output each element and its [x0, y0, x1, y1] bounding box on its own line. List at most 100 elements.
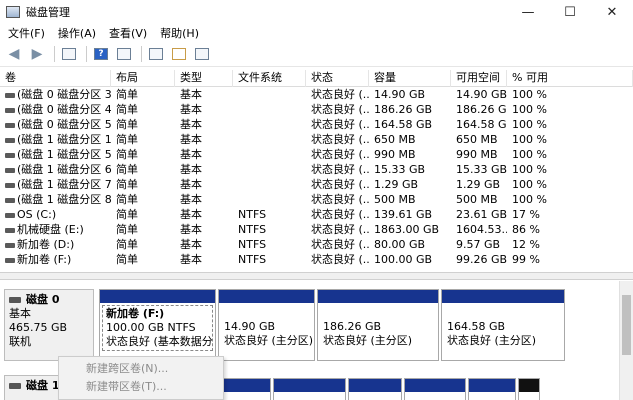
column-capacity[interactable]: 容量 — [369, 70, 451, 87]
cell-text: 100.00 GB — [374, 253, 433, 266]
cell-status: 状态良好 (... — [306, 102, 369, 117]
partition-disk1-b[interactable] — [273, 378, 346, 400]
cell-text: (磁盘 1 磁盘分区 6) — [17, 163, 111, 176]
column-type[interactable]: 类型 — [175, 70, 233, 87]
cell-type: 基本 — [175, 207, 233, 222]
table-row[interactable]: 新加卷 (D:) 简单 基本 NTFS 状态良好 (... 80.00 GB 9.57 GB… — [0, 237, 633, 252]
table-row[interactable]: (磁盘 1 磁盘分区 1) 简单 基本 状态良好 (... 650 MB 650 MB 10… — [0, 132, 633, 147]
unallocated-space[interactable] — [518, 378, 540, 400]
menu-file[interactable]: 文件(F) — [0, 25, 50, 41]
forward-button[interactable]: ▶ — [27, 44, 47, 64]
cell-volume: (磁盘 1 磁盘分区 5) — [0, 147, 111, 162]
partition-disk1-a[interactable] — [223, 378, 271, 400]
table-row[interactable]: (磁盘 0 磁盘分区 4) 简单 基本 状态良好 (... 186.26 GB 186.2… — [0, 102, 633, 117]
partition-disk1-c[interactable] — [348, 378, 402, 400]
menu-new-spanned-volume[interactable]: 新建跨区卷(N)... — [59, 360, 223, 378]
column-status[interactable]: 状态 — [306, 70, 369, 87]
cell-filesystem: NTFS — [233, 222, 306, 237]
cell-capacity: 100.00 GB — [369, 252, 451, 267]
vertical-scrollbar[interactable] — [619, 281, 633, 400]
cell-text: (磁盘 1 磁盘分区 8) — [17, 193, 111, 206]
table-row[interactable]: 新加卷 (F:) 简单 基本 NTFS 状态良好 (... 100.00 GB 99.26 … — [0, 252, 633, 267]
cell-status: 状态良好 (... — [306, 87, 369, 102]
cell-text: 简单 — [116, 103, 138, 116]
cell-status: 状态良好 (... — [306, 222, 369, 237]
disk-0-label[interactable]: 磁盘 0 基本 465.75 GB 联机 — [4, 289, 94, 361]
partition-status: 状态良好 (主分区) — [224, 334, 314, 347]
partition-disk0-4[interactable]: 186.26 GB 状态良好 (主分区) — [317, 289, 439, 361]
cell-text: 状态良好 (... — [311, 193, 369, 206]
partition-disk0-5[interactable]: 164.58 GB 状态良好 (主分区) — [441, 289, 565, 361]
cell-text: 基本 — [180, 253, 202, 266]
cell-text: 简单 — [116, 238, 138, 251]
cell-text: 简单 — [116, 163, 138, 176]
back-icon: ◀ — [8, 46, 20, 62]
cell-text: 14.90 GB — [456, 88, 507, 101]
console-button[interactable] — [192, 44, 212, 64]
cell-capacity: 164.58 GB — [369, 117, 451, 132]
menu-view[interactable]: 查看(V) — [101, 25, 152, 41]
pane-splitter[interactable] — [0, 272, 633, 280]
cell-status: 状态良好 (... — [306, 207, 369, 222]
cell-percent-free: 100 % — [507, 177, 633, 192]
column-percent-free[interactable]: % 可用 — [507, 70, 633, 87]
partition-disk0-3[interactable]: 14.90 GB 状态良好 (主分区) — [218, 289, 315, 361]
table-row[interactable]: (磁盘 0 磁盘分区 3) 简单 基本 状态良好 (... 14.90 GB 14.90 … — [0, 87, 633, 102]
cell-text: 15.33 GB — [456, 163, 507, 176]
scrollbar-thumb[interactable] — [622, 295, 631, 355]
cell-text: 简单 — [116, 118, 138, 131]
table-row[interactable]: 机械硬盘 (E:) 简单 基本 NTFS 状态良好 (... 1863.00 GB 1604… — [0, 222, 633, 237]
cell-text: 状态良好 (... — [311, 88, 369, 101]
partition-stripe — [405, 379, 465, 392]
cell-filesystem — [233, 102, 306, 117]
column-volume[interactable]: 卷 — [0, 70, 111, 87]
table-row[interactable]: (磁盘 1 磁盘分区 8) 简单 基本 状态良好 (... 500 MB 500 MB 10… — [0, 192, 633, 207]
connect-button[interactable] — [146, 44, 166, 64]
maximize-button[interactable]: ☐ — [549, 0, 591, 24]
help-button[interactable]: ? — [91, 44, 111, 64]
minimize-button[interactable]: — — [507, 0, 549, 24]
table-row[interactable]: (磁盘 1 磁盘分区 7) 简单 基本 状态良好 (... 1.29 GB 1.29 GB… — [0, 177, 633, 192]
cell-text: 100 % — [512, 133, 547, 146]
check-button[interactable] — [169, 44, 189, 64]
column-filesystem[interactable]: 文件系统 — [233, 70, 306, 87]
partition-disk1-d[interactable] — [404, 378, 466, 400]
table-row[interactable]: OS (C:) 简单 基本 NTFS 状态良好 (... 139.61 GB 23.61 G… — [0, 207, 633, 222]
cell-free-space: 990 MB — [451, 147, 507, 162]
column-layout[interactable]: 布局 — [111, 70, 175, 87]
table-row[interactable]: (磁盘 0 磁盘分区 5) 简单 基本 状态良好 (... 164.58 GB 164.5… — [0, 117, 633, 132]
cell-text: 基本 — [180, 208, 202, 221]
table-row[interactable]: (磁盘 1 磁盘分区 5) 简单 基本 状态良好 (... 990 MB 990 MB 10… — [0, 147, 633, 162]
cell-type: 基本 — [175, 87, 233, 102]
cell-type: 基本 — [175, 237, 233, 252]
menu-new-striped-volume[interactable]: 新建带区卷(T)... — [59, 378, 223, 396]
cell-text: NTFS — [238, 253, 267, 266]
partition-stripe — [274, 379, 345, 392]
menu-help[interactable]: 帮助(H) — [152, 25, 204, 41]
partition-disk1-e[interactable] — [468, 378, 516, 400]
cell-text: NTFS — [238, 223, 267, 236]
list-view-button[interactable] — [114, 44, 134, 64]
cell-layout: 简单 — [111, 162, 175, 177]
table-row[interactable]: (磁盘 1 磁盘分区 6) 简单 基本 状态良好 (... 15.33 GB 15.33 … — [0, 162, 633, 177]
cell-text: 状态良好 (... — [311, 238, 369, 251]
menu-action[interactable]: 操作(A) — [50, 25, 101, 41]
volume-list: 卷 布局 类型 文件系统 状态 容量 可用空间 % 可用 (磁盘 0 磁盘分区 … — [0, 70, 633, 270]
properties-button[interactable] — [59, 44, 79, 64]
volume-icon — [5, 182, 15, 188]
cell-filesystem — [233, 147, 306, 162]
cell-text: 状态良好 (... — [311, 208, 369, 221]
cell-text: 机械硬盘 (E:) — [17, 223, 84, 236]
back-button[interactable]: ◀ — [4, 44, 24, 64]
column-free-space[interactable]: 可用空间 — [451, 70, 507, 87]
toolbar-separator — [86, 46, 87, 62]
close-button[interactable]: ✕ — [591, 0, 633, 24]
volume-icon — [5, 167, 15, 173]
cell-type: 基本 — [175, 177, 233, 192]
cell-text: (磁盘 0 磁盘分区 3) — [17, 88, 111, 101]
cell-text: 1.29 GB — [456, 178, 501, 191]
cell-text: 650 MB — [374, 133, 416, 146]
cell-filesystem — [233, 177, 306, 192]
cell-filesystem: NTFS — [233, 207, 306, 222]
partition-f[interactable]: 新加卷 (F:) 100.00 GB NTFS 状态良好 (基本数据分区 — [99, 289, 216, 361]
